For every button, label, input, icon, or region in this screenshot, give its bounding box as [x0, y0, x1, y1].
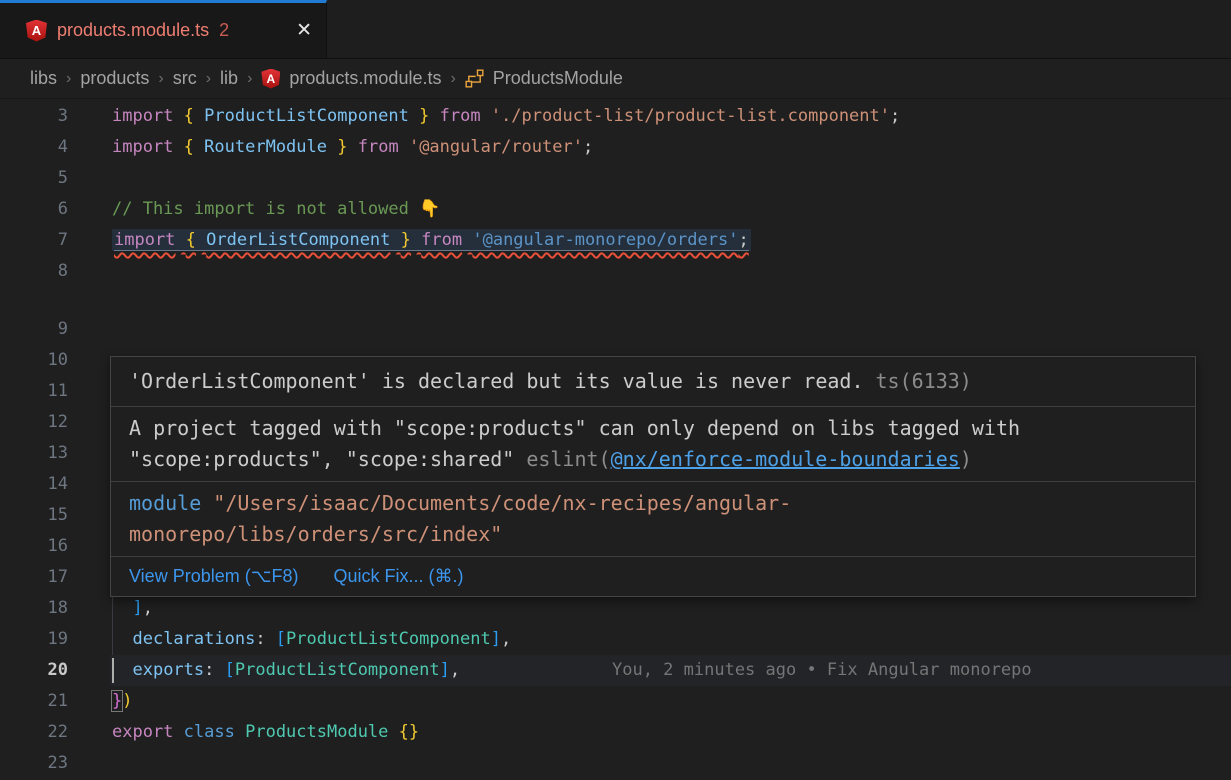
- ts-diagnostic-message: 'OrderListComponent' is declared but its…: [129, 369, 864, 393]
- eslint-source-suffix: ): [960, 447, 972, 471]
- code-text: ],: [112, 598, 153, 618]
- code-text: import { ProductListComponent } from './…: [112, 106, 900, 126]
- module-path-line1: "/Users/isaac/Documents/code/nx-recipes/…: [213, 491, 791, 515]
- angular-file-icon: A: [261, 69, 280, 89]
- eslint-message-line2: "scope:products", "scope:shared": [129, 447, 514, 471]
- angular-file-icon: A: [26, 20, 47, 42]
- line-number: 11: [0, 376, 68, 407]
- line-number: 5: [0, 163, 68, 194]
- code-line-20[interactable]: 20 exports: [ProductListComponent], You, …: [0, 655, 1231, 686]
- hover-module-info: module "/Users/isaac/Documents/code/nx-r…: [111, 481, 1195, 556]
- tab-title: products.module.ts: [57, 20, 209, 41]
- code-text: exports: [ProductListComponent],: [112, 660, 460, 680]
- line-number: 9: [0, 314, 68, 345]
- chevron-right-icon: ›: [206, 70, 211, 88]
- module-keyword: module: [129, 491, 201, 515]
- hover-row-spacer: [0, 287, 1231, 314]
- tab-products-module[interactable]: A products.module.ts 2 ✕: [0, 0, 327, 58]
- code-line-3[interactable]: 3 import { ProductListComponent } from '.…: [0, 101, 1231, 132]
- line-number: 13: [0, 438, 68, 469]
- code-line-4[interactable]: 4 import { RouterModule } from '@angular/…: [0, 132, 1231, 163]
- hover-eslint-diagnostic: A project tagged with "scope:products" c…: [111, 406, 1195, 481]
- line-number: 18: [0, 593, 68, 624]
- line-number: 7: [0, 225, 68, 256]
- close-icon[interactable]: ✕: [296, 21, 312, 40]
- code-text: }): [112, 691, 133, 711]
- ts-diagnostic-code: ts(6133): [876, 369, 972, 393]
- eslint-rule-link[interactable]: @nx/enforce-module-boundaries: [611, 447, 960, 471]
- line-number: 23: [0, 748, 68, 779]
- breadcrumb-item-products[interactable]: products: [80, 68, 149, 89]
- breadcrumb-item-symbol[interactable]: ProductsModule: [493, 68, 623, 89]
- text-cursor: [112, 658, 114, 683]
- quick-fix-action[interactable]: Quick Fix... (⌘.): [333, 566, 463, 586]
- code-text: export class ProductsModule {}: [112, 722, 419, 742]
- chevron-right-icon: ›: [247, 70, 252, 88]
- code-line-19[interactable]: 19 declarations: [ProductListComponent],: [0, 624, 1231, 655]
- line-number: 10: [0, 345, 68, 376]
- line-number: 21: [0, 686, 68, 717]
- breadcrumb: libs › products › src › lib › A products…: [0, 59, 1231, 99]
- line-number: 3: [0, 101, 68, 132]
- code-text-error: import { OrderListComponent } from '@ang…: [112, 229, 751, 251]
- code-line-18[interactable]: 18 ],: [0, 593, 1231, 624]
- line-number: 14: [0, 469, 68, 500]
- line-number: 16: [0, 531, 68, 562]
- code-line-8[interactable]: 8: [0, 256, 1231, 287]
- chevron-right-icon: ›: [450, 70, 455, 88]
- code-line-7[interactable]: 7 import { OrderListComponent } from '@an…: [0, 225, 1231, 256]
- line-number: 4: [0, 132, 68, 163]
- code-line-23[interactable]: 23: [0, 748, 1231, 779]
- eslint-source-prefix: eslint(: [526, 447, 610, 471]
- line-number: 17: [0, 562, 68, 593]
- breadcrumb-item-file[interactable]: products.module.ts: [289, 68, 441, 89]
- hover-ts-diagnostic: 'OrderListComponent' is declared but its…: [111, 357, 1195, 406]
- code-editor[interactable]: 3 import { ProductListComponent } from '.…: [0, 99, 1231, 779]
- line-number: 15: [0, 500, 68, 531]
- view-problem-action[interactable]: View Problem (⌥F8): [129, 566, 298, 586]
- code-line-22[interactable]: 22 export class ProductsModule {}: [0, 717, 1231, 748]
- code-line-5[interactable]: 5: [0, 163, 1231, 194]
- chevron-right-icon: ›: [66, 70, 71, 88]
- hover-actions: View Problem (⌥F8) Quick Fix... (⌘.): [111, 556, 1195, 596]
- hover-popup: 'OrderListComponent' is declared but its…: [110, 356, 1196, 597]
- tab-bar: A products.module.ts 2 ✕: [0, 0, 1231, 59]
- indent-guide: [112, 593, 113, 624]
- indent-guide: [112, 624, 113, 655]
- chevron-right-icon: ›: [158, 70, 163, 88]
- module-path-line2: monorepo/libs/orders/src/index": [129, 522, 502, 546]
- tab-problems-badge: 2: [219, 20, 229, 41]
- code-line-9[interactable]: 9: [0, 314, 1231, 345]
- code-line-6[interactable]: 6 // This import is not allowed 👇: [0, 194, 1231, 225]
- breadcrumb-item-libs[interactable]: libs: [30, 68, 57, 89]
- line-number: 22: [0, 717, 68, 748]
- code-text: import { RouterModule } from '@angular/r…: [112, 137, 593, 157]
- line-number: 12: [0, 407, 68, 438]
- breadcrumb-item-lib[interactable]: lib: [220, 68, 238, 89]
- code-line-21[interactable]: 21}): [0, 686, 1231, 717]
- line-number: 19: [0, 624, 68, 655]
- line-number: 8: [0, 256, 68, 287]
- code-text: declarations: [ProductListComponent],: [112, 629, 511, 649]
- line-number: 6: [0, 194, 68, 225]
- eslint-message-line1: A project tagged with "scope:products" c…: [129, 416, 1020, 440]
- breadcrumb-item-src[interactable]: src: [173, 68, 197, 89]
- code-text: // This import is not allowed 👇: [112, 199, 440, 219]
- class-symbol-icon: [465, 69, 484, 88]
- line-number: 20: [0, 655, 68, 686]
- git-blame-annotation: You, 2 minutes ago • Fix Angular monorep…: [612, 655, 1032, 686]
